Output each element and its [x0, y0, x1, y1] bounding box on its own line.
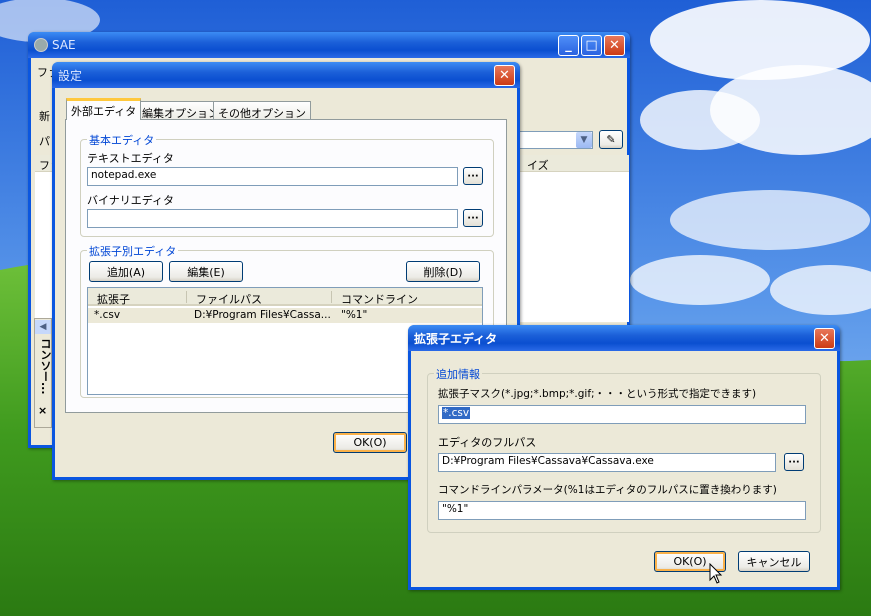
scroll-left-icon[interactable]: ◀	[35, 320, 51, 334]
ext-editor-dialog: 拡張子エディタ ✕ 追加情報 拡張子マスク(*.jpg;*.bmp;*.gif;…	[408, 325, 840, 590]
editor-path-input[interactable]: D:¥Program Files¥Cassava¥Cassava.exe	[438, 453, 776, 472]
basic-editor-group-title: 基本エディタ	[87, 132, 157, 148]
column-header-path[interactable]: ファイルパス	[196, 291, 262, 307]
param-input[interactable]: "%1"	[438, 501, 806, 520]
binary-editor-browse-button[interactable]: ···	[463, 209, 483, 227]
tab-external-editor[interactable]: 外部エディタ	[66, 98, 142, 120]
edit-button[interactable]: 編集(E)	[169, 261, 243, 282]
mask-input-selected-text: *.csv	[442, 407, 471, 419]
binary-editor-input[interactable]	[87, 209, 458, 228]
combo-dropdown-icon[interactable]: ▼	[576, 132, 592, 148]
settings-close-button[interactable]: ✕	[494, 65, 515, 86]
column-header-ext[interactable]: 拡張子	[97, 291, 130, 307]
tab-edit-options[interactable]: 編集オプション	[137, 101, 224, 121]
settings-title: 設定	[58, 68, 83, 83]
settings-titlebar[interactable]: 設定	[52, 62, 520, 88]
pencil-icon: ✎	[606, 133, 616, 146]
edit-path-button[interactable]: ✎	[599, 130, 623, 149]
text-editor-input[interactable]: notepad.exe	[87, 167, 458, 186]
tab-other-options[interactable]: その他オプション	[213, 101, 311, 121]
delete-button[interactable]: 削除(D)	[406, 261, 480, 282]
column-header-cmd[interactable]: コマンドライン	[341, 291, 418, 307]
ext-editor-group-title: 拡張子別エディタ	[87, 243, 179, 259]
additional-info-title: 追加情報	[434, 366, 482, 382]
mask-label: 拡張子マスク(*.jpg;*.bmp;*.gif;・・・という形式で指定できます…	[438, 388, 757, 400]
close-button[interactable]: ✕	[604, 35, 625, 56]
basic-editor-group: 基本エディタ テキストエディタ notepad.exe ··· バイナリエディタ…	[80, 132, 494, 237]
maximize-button[interactable]: □	[581, 35, 602, 56]
ext-editor-title: 拡張子エディタ	[414, 331, 498, 346]
list-header-size[interactable]: イズ	[527, 157, 549, 173]
ext-editor-titlebar[interactable]: 拡張子エディタ	[408, 325, 840, 351]
ext-editor-cancel-button[interactable]: キャンセル	[738, 551, 810, 572]
column-divider	[186, 291, 187, 303]
mask-input[interactable]: *.csv	[438, 405, 806, 424]
sae-title: SAE	[52, 38, 76, 52]
settings-ok-button[interactable]: OK(O)	[333, 432, 407, 453]
row-cmd-cell: "%1"	[341, 309, 368, 321]
path-label: エディタのフルパス	[438, 436, 537, 449]
param-label: コマンドラインパラメータ(%1はエディタのフルパスに置き換わります)	[438, 484, 777, 496]
row-path-cell: D:¥Program Files¥Cassa...	[194, 309, 331, 321]
text-editor-label: テキストエディタ	[87, 152, 174, 165]
app-icon	[34, 38, 48, 52]
mouse-cursor-icon	[709, 563, 723, 584]
add-button[interactable]: 追加(A)	[89, 261, 163, 282]
editor-path-browse-button[interactable]: ···	[784, 453, 804, 471]
ext-editor-close-button[interactable]: ✕	[814, 328, 835, 349]
side-close-icon[interactable]: ×	[38, 404, 47, 417]
path-label: パ	[39, 135, 50, 148]
row-ext-cell: *.csv	[94, 309, 121, 321]
ext-list-header	[88, 288, 482, 306]
toolbar-new[interactable]: 新	[39, 108, 50, 124]
sae-titlebar[interactable]: SAE	[28, 32, 630, 58]
additional-info-group: 追加情報 拡張子マスク(*.jpg;*.bmp;*.gif;・・・という形式で指…	[427, 366, 821, 533]
text-editor-browse-button[interactable]: ···	[463, 167, 483, 185]
minimize-button[interactable]: _	[558, 35, 579, 56]
console-panel-label: コンソー...	[39, 338, 52, 395]
binary-editor-label: バイナリエディタ	[87, 194, 175, 207]
column-divider	[331, 291, 332, 303]
